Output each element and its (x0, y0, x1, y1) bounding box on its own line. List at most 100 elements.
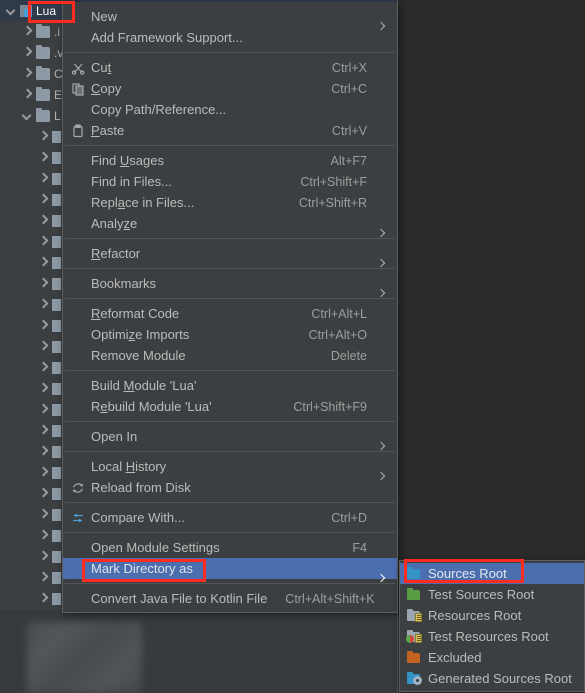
chevron-right-icon[interactable] (38, 446, 49, 457)
resources-badge-icon (415, 634, 422, 643)
chevron-right-icon[interactable] (38, 362, 49, 373)
chevron-right-icon[interactable] (22, 47, 33, 58)
file-icon (52, 529, 61, 542)
menu-item-label: Paste (91, 123, 125, 138)
menu-item-label: Add Framework Support... (91, 30, 243, 45)
folder-icon (36, 86, 50, 101)
menu-item-copy[interactable]: Copy Ctrl+C (63, 78, 397, 99)
menu-item-find-in-files[interactable]: Find in Files... Ctrl+Shift+F (63, 171, 397, 192)
file-icon (52, 445, 61, 458)
chevron-right-icon[interactable] (38, 509, 49, 520)
chevron-right-icon[interactable] (38, 299, 49, 310)
menu-item-shortcut: Ctrl+Alt+Shift+K (285, 591, 375, 606)
menu-item-compare-with[interactable]: Compare With... Ctrl+D (63, 507, 397, 528)
menu-separator (65, 532, 395, 533)
menu-item-label: Optimize Imports (91, 327, 190, 342)
file-icon (52, 487, 61, 500)
chevron-right-icon[interactable] (38, 257, 49, 268)
menu-item-label: Replace in Files... (91, 195, 195, 210)
chevron-right-icon[interactable] (38, 173, 49, 184)
file-icon (52, 424, 61, 437)
file-icon (52, 508, 61, 521)
chevron-right-icon[interactable] (38, 404, 49, 415)
menu-item-shortcut: Ctrl+Shift+R (298, 195, 367, 210)
folder-generated-icon (406, 672, 422, 685)
chevron-right-icon[interactable] (38, 572, 49, 583)
chevron-right-icon[interactable] (38, 425, 49, 436)
chevron-right-icon[interactable] (22, 26, 33, 37)
menu-item-label: Convert Java File to Kotlin File (91, 591, 268, 606)
menu-item-cut[interactable]: Cut Ctrl+X (63, 57, 397, 78)
file-icon (52, 319, 61, 332)
submenu-item-generated-sources-root[interactable]: Generated Sources Root (400, 668, 584, 689)
folder-green-icon (406, 588, 422, 601)
menu-separator (65, 238, 395, 239)
folder-orange-icon (406, 651, 422, 664)
file-icon (52, 466, 61, 479)
chevron-right-icon[interactable] (38, 341, 49, 352)
chevron-right-icon[interactable] (38, 278, 49, 289)
menu-item-bookmarks[interactable]: Bookmarks (63, 273, 397, 294)
chevron-right-icon[interactable] (38, 194, 49, 205)
menu-item-label: Open In (91, 429, 138, 444)
file-icon (52, 214, 61, 227)
menu-item-remove-module[interactable]: Remove Module Delete (63, 345, 397, 366)
menu-separator (65, 268, 395, 269)
menu-item-copy-path-reference[interactable]: Copy Path/Reference... (63, 99, 397, 120)
chevron-down-icon[interactable] (22, 110, 33, 121)
chevron-right-icon[interactable] (38, 467, 49, 478)
chevron-right-icon[interactable] (38, 530, 49, 541)
chevron-right-icon[interactable] (38, 593, 49, 604)
folder-icon (36, 44, 50, 59)
menu-item-label: New (91, 9, 118, 24)
menu-item-reload-from-disk[interactable]: Reload from Disk (63, 477, 397, 498)
menu-item-optimize-imports[interactable]: Optimize Imports Ctrl+Alt+O (63, 324, 397, 345)
compare-icon (69, 511, 87, 525)
menu-item-reformat-code[interactable]: Reformat Code Ctrl+Alt+L (63, 303, 397, 324)
menu-item-label: Analyze (91, 216, 138, 231)
menu-item-open-in[interactable]: Open In (63, 426, 397, 447)
menu-item-new[interactable]: New (63, 6, 397, 27)
copy-icon (69, 82, 87, 96)
file-icon (52, 151, 61, 164)
menu-item-label: Bookmarks (91, 276, 157, 291)
menu-item-rebuild-module-lua[interactable]: Rebuild Module 'Lua' Ctrl+Shift+F9 (63, 396, 397, 417)
folder-icon (36, 23, 50, 38)
file-icon (52, 361, 61, 374)
chevron-right-icon[interactable] (38, 488, 49, 499)
menu-item-replace-in-files[interactable]: Replace in Files... Ctrl+Shift+R (63, 192, 397, 213)
chevron-right-icon[interactable] (38, 131, 49, 142)
menu-item-local-history[interactable]: Local History (63, 456, 397, 477)
chevron-right-icon[interactable] (22, 68, 33, 79)
menu-item-paste[interactable]: Paste Ctrl+V (63, 120, 397, 141)
chevron-right-icon[interactable] (38, 320, 49, 331)
submenu-item-test-resources-root[interactable]: Test Resources Root (400, 626, 584, 647)
menu-item-build-module-lua[interactable]: Build Module 'Lua' (63, 375, 397, 396)
menu-item-open-module-settings[interactable]: Open Module Settings F4 (63, 537, 397, 558)
menu-item-refactor[interactable]: Refactor (63, 243, 397, 264)
menu-item-label: Rebuild Module 'Lua' (91, 399, 212, 414)
resources-badge-icon (415, 613, 422, 622)
submenu-item-excluded[interactable]: Excluded (400, 647, 584, 668)
menu-item-convert-java-file-to-kotlin-file[interactable]: Convert Java File to Kotlin File Ctrl+Alt… (63, 588, 397, 609)
menu-item-label: Build Module 'Lua' (91, 378, 197, 393)
submenu-item-test-sources-root[interactable]: Test Sources Root (400, 584, 584, 605)
menu-item-shortcut: Delete (330, 348, 367, 363)
chevron-right-icon[interactable] (38, 383, 49, 394)
menu-item-shortcut: Ctrl+Alt+O (308, 327, 367, 342)
submenu-item-label: Generated Sources Root (428, 671, 572, 686)
context-menu[interactable]: New Add Framework Support... Cut Ctrl+X Copy… (62, 2, 398, 613)
chevron-right-icon[interactable] (38, 152, 49, 163)
file-icon (52, 550, 61, 563)
menu-item-add-framework-support[interactable]: Add Framework Support... (63, 27, 397, 48)
menu-item-find-usages[interactable]: Find Usages Alt+F7 (63, 150, 397, 171)
chevron-right-icon[interactable] (38, 215, 49, 226)
menu-item-label: Open Module Settings (91, 540, 220, 555)
chevron-right-icon[interactable] (22, 89, 33, 100)
submenu-item-resources-root[interactable]: Resources Root (400, 605, 584, 626)
chevron-right-icon[interactable] (38, 236, 49, 247)
chevron-right-icon[interactable] (38, 551, 49, 562)
menu-item-analyze[interactable]: Analyze (63, 213, 397, 234)
menu-separator (65, 370, 395, 371)
chevron-down-icon[interactable] (6, 5, 17, 16)
